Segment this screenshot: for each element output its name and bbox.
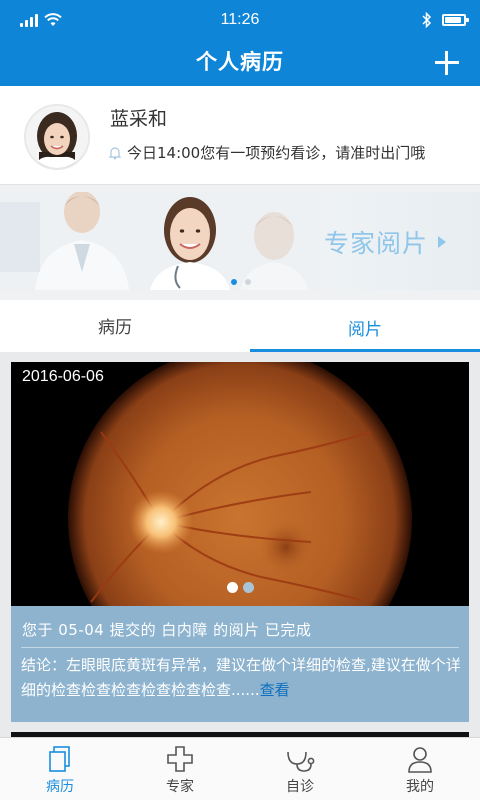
reading-card[interactable]: 2016-06-06 您于 05-04 提交的 白内障 的阅片 已完成 结论：左… (11, 362, 469, 722)
image-pagination (227, 582, 254, 593)
stethoscope-icon (287, 751, 315, 772)
pagination-dot[interactable] (243, 582, 254, 593)
profile-card[interactable]: 蓝采和 今日14:00您有一项预约看诊，请准时出门哦 (0, 86, 480, 185)
tab-medical-record[interactable]: 病历 (0, 300, 230, 352)
tabbar-item-self-diagnosis[interactable]: 自诊 (240, 738, 360, 800)
appointment-notice: 今日14:00您有一项预约看诊，请准时出门哦 (108, 142, 425, 163)
conclusion-text: 结论：左眼眼底黄斑有异常，建议在做个详细的检查,建议在做个详细的检查检查检查检查… (21, 656, 461, 699)
tabbar-item-records[interactable]: 病历 (0, 738, 120, 800)
record-tabs: 病历 阅片 (0, 300, 480, 352)
tab-image-reading[interactable]: 阅片 (250, 300, 480, 352)
bluetooth-icon (422, 12, 432, 28)
banner-title: 专家阅片 (324, 229, 429, 258)
avatar[interactable] (24, 104, 90, 170)
record-date: 2016-06-06 (22, 368, 104, 385)
tabbar-item-experts[interactable]: 专家 (120, 738, 240, 800)
tabbar-label: 我的 (406, 779, 434, 795)
pagination-dot[interactable] (231, 279, 237, 285)
fundus-image[interactable]: 2016-06-06 (11, 362, 469, 606)
doctors-illustration (0, 192, 320, 290)
page-title: 个人病历 (196, 50, 284, 74)
tabbar-item-profile[interactable]: 我的 (360, 738, 480, 800)
status-bar: 11:26 (0, 0, 480, 40)
tabbar-label: 自诊 (286, 779, 314, 795)
battery-icon (442, 14, 469, 26)
tabbar-label: 病历 (46, 779, 74, 795)
battery-level (445, 17, 461, 23)
pagination-dot[interactable] (227, 582, 238, 593)
tabbar-label: 专家 (166, 779, 194, 795)
expert-reading-banner[interactable]: 专家阅片 (0, 192, 480, 290)
banner-pagination (231, 279, 251, 285)
user-name: 蓝采和 (110, 108, 168, 130)
divider (21, 647, 459, 648)
reading-conclusion: 结论：左眼眼底黄斑有异常，建议在做个详细的检查,建议在做个详细的检查检查检查检查… (21, 653, 461, 703)
arrow-right-icon (438, 236, 447, 248)
reading-status: 您于 05-04 提交的 白内障 的阅片 已完成 (22, 621, 312, 639)
fundus-photo (68, 362, 412, 606)
nav-bar: 个人病历 (0, 40, 480, 86)
medical-record-icon (49, 746, 70, 772)
status-time: 11:26 (220, 11, 260, 28)
banner-cta[interactable]: 专家阅片 (324, 224, 447, 260)
pagination-dot[interactable] (245, 279, 251, 285)
view-details-link[interactable]: 查看 (260, 681, 290, 699)
medical-cross-icon (167, 746, 193, 772)
user-icon (408, 747, 432, 773)
bottom-tab-bar: 病历 专家 自诊 我的 (0, 737, 480, 800)
reading-list[interactable]: 2016-06-06 您于 05-04 提交的 白内障 的阅片 已完成 结论：左… (0, 352, 480, 737)
add-button[interactable] (434, 50, 460, 76)
notice-text: 今日14:00您有一项预约看诊，请准时出门哦 (127, 144, 426, 162)
bell-icon (108, 146, 122, 159)
